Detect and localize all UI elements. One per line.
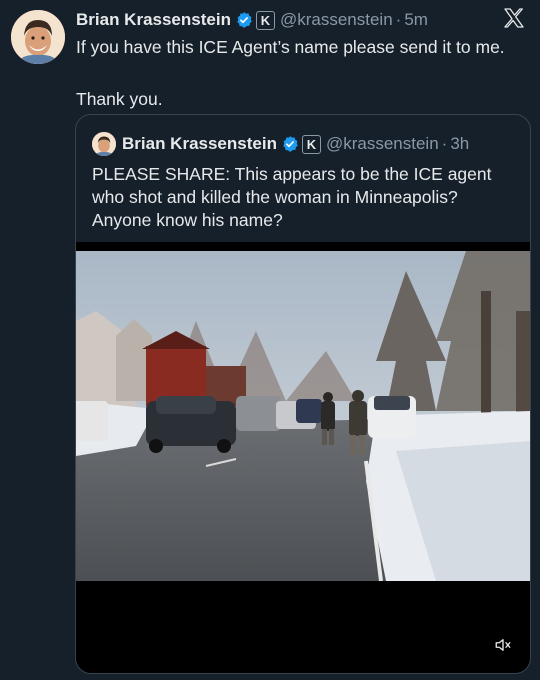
speaker-muted-icon[interactable] xyxy=(494,636,512,659)
author-name[interactable]: Brian Krassenstein xyxy=(76,10,231,30)
tweet-header: Brian Krassenstein K @krassenstein · 5m xyxy=(76,8,530,32)
quoted-author-avatar xyxy=(92,132,116,156)
verified-badge-icon xyxy=(281,135,299,153)
tweet-timestamp[interactable]: 5m xyxy=(404,10,428,30)
tweet-text: If you have this ICE Agent’s name please… xyxy=(76,34,528,112)
verified-badge-icon xyxy=(235,11,253,29)
affiliate-badge-icon: K xyxy=(301,134,321,154)
quoted-author-handle: @krassenstein xyxy=(325,134,439,153)
video-frame xyxy=(76,251,530,581)
tweet-paragraph: If you have this ICE Agent’s name please… xyxy=(76,37,505,57)
separator-dot: · xyxy=(395,10,402,29)
quoted-tweet-header: Brian Krassenstein K @krassenstein · 3h xyxy=(92,131,520,157)
tweet-paragraph: Thank you. xyxy=(76,89,163,109)
quoted-author-name: Brian Krassenstein xyxy=(122,134,277,153)
author-handle[interactable]: @krassenstein xyxy=(280,10,393,30)
separator-dot: · xyxy=(441,134,448,153)
quoted-tweet[interactable]: Brian Krassenstein K @krassenstein · 3h … xyxy=(75,114,531,674)
affiliate-badge-icon: K xyxy=(255,10,275,30)
quoted-timestamp: 3h xyxy=(450,134,470,153)
quoted-tweet-text: PLEASE SHARE: This appears to be the ICE… xyxy=(92,164,492,230)
x-logo-icon[interactable] xyxy=(502,6,526,35)
author-avatar[interactable] xyxy=(11,10,65,64)
video-player[interactable] xyxy=(76,242,530,673)
